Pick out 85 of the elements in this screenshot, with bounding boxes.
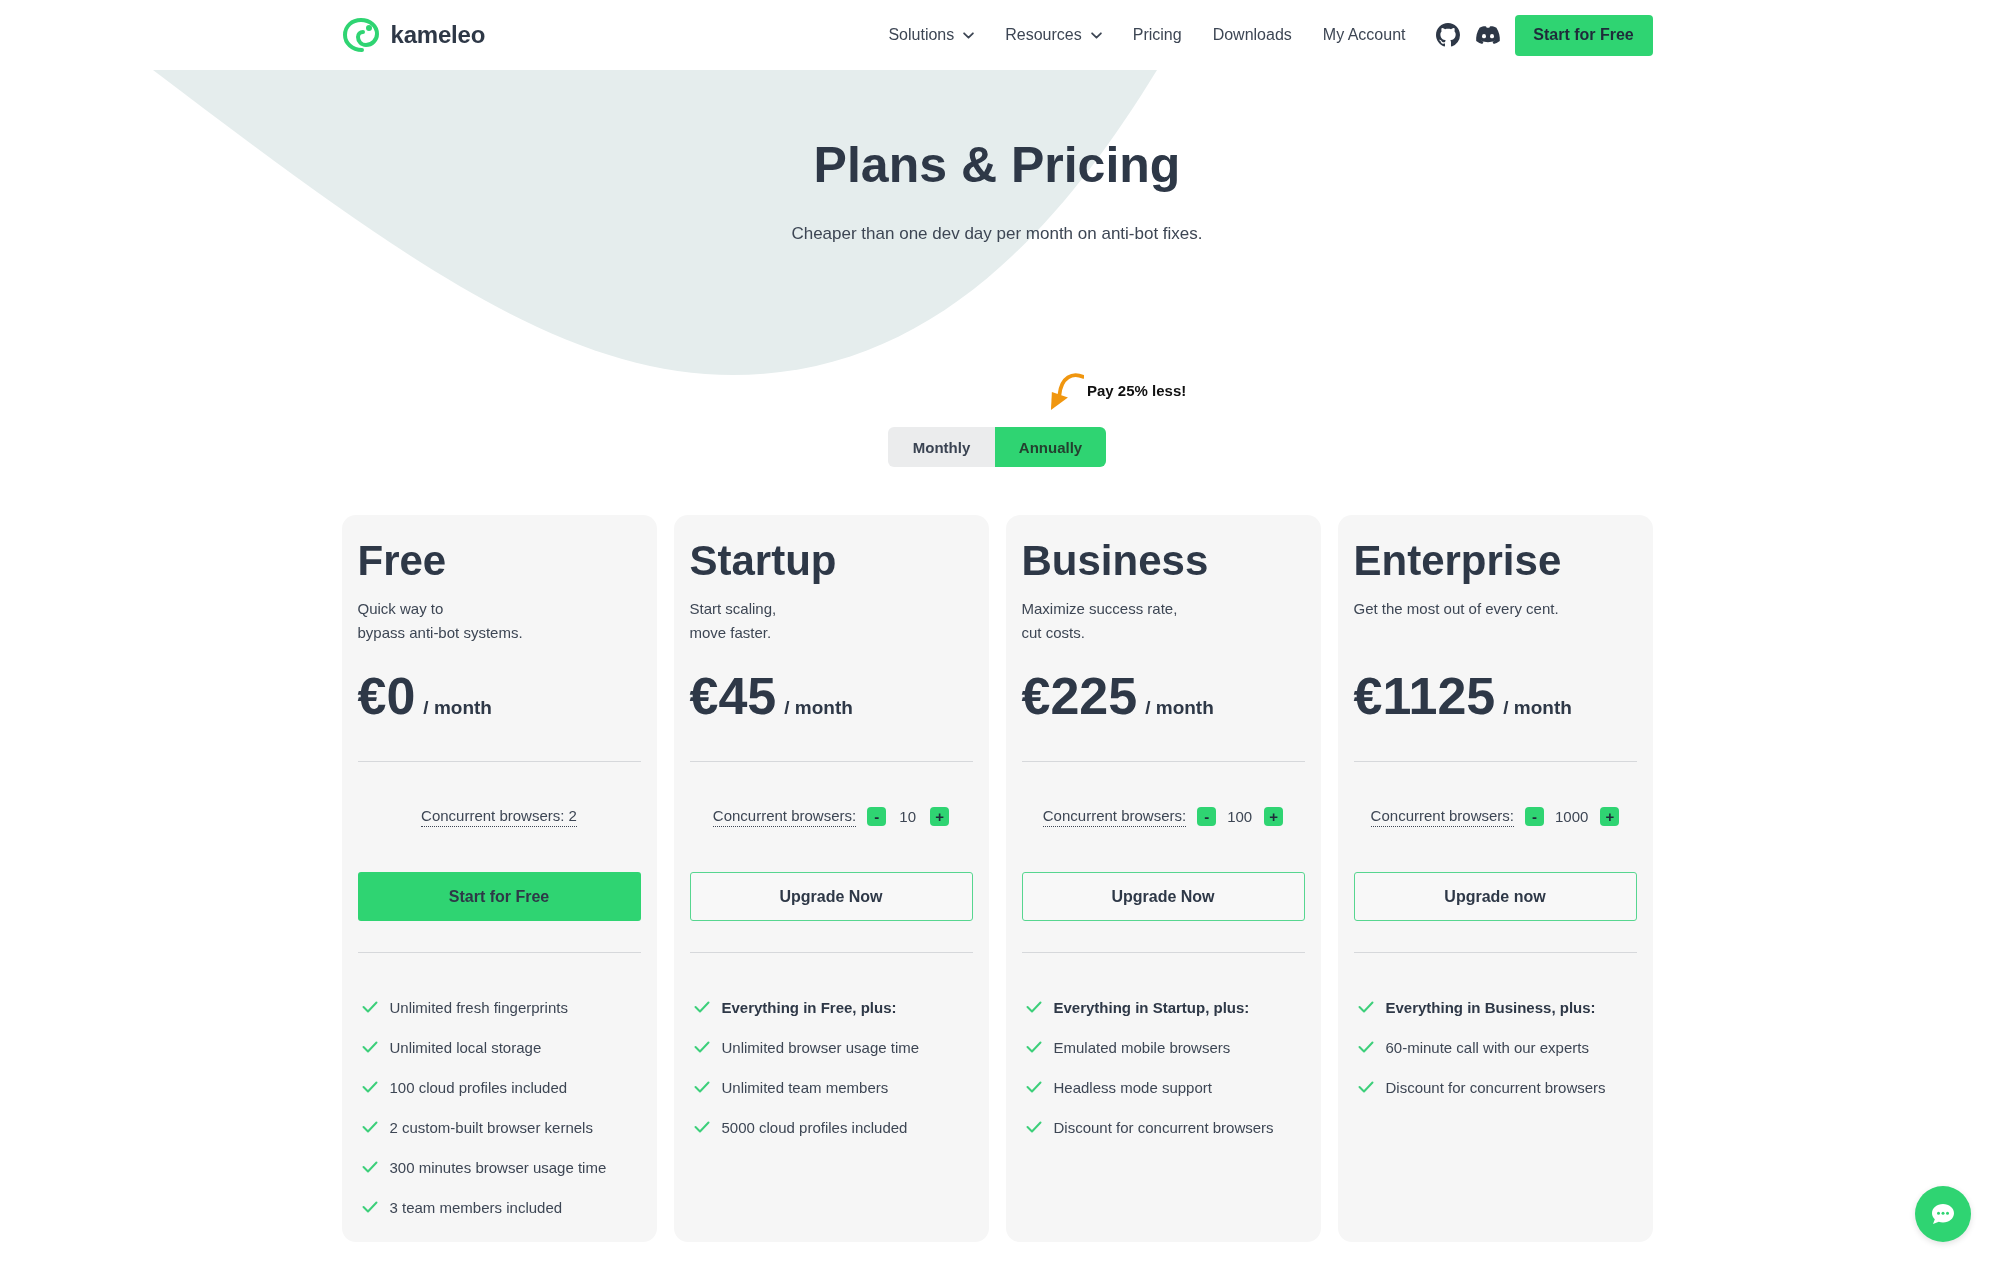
check-icon	[1025, 1121, 1042, 1133]
billing-tab[interactable]: Annually	[995, 427, 1106, 467]
price-period: / month	[1145, 697, 1214, 719]
plan-description: Get the most out of every cent.	[1353, 599, 1560, 619]
feature-text: Emulated mobile browsers	[1053, 1038, 1231, 1056]
plan-name: Startup	[689, 536, 838, 586]
decrement-button[interactable]: -	[867, 806, 887, 826]
plan-price: €45	[689, 667, 777, 725]
price-period: / month	[423, 697, 492, 719]
plan-price: €0	[357, 667, 416, 725]
nav-dropdown[interactable]: Resources	[1005, 26, 1102, 44]
feature-text: Unlimited fresh fingerprints	[389, 998, 568, 1016]
check-icon	[361, 1081, 378, 1093]
chat-bubble-icon	[1931, 1203, 1955, 1225]
check-icon	[693, 1001, 710, 1013]
plan-description: Maximize success rate, cut costs.	[1021, 599, 1179, 643]
page-title: Plans & Pricing	[813, 136, 1181, 195]
plan-button[interactable]: Start for Free	[357, 872, 641, 921]
plan-name: Business	[1021, 536, 1210, 586]
price-period: / month	[784, 697, 853, 719]
feature-text: Everything in Startup, plus:	[1053, 998, 1250, 1016]
feature-text: Discount for concurrent browsers	[1385, 1078, 1606, 1096]
browser-count: 1000	[1555, 807, 1589, 825]
plan-name: Free	[357, 536, 448, 586]
concurrent-browsers-label: Concurrent browsers: 2	[421, 805, 577, 827]
cat-icon[interactable]	[1435, 23, 1460, 47]
curved-arrow-icon	[1050, 371, 1084, 411]
feature-text: 60-minute call with our experts	[1385, 1038, 1589, 1056]
chevron-down-icon	[1090, 31, 1102, 39]
check-icon	[361, 1001, 378, 1013]
promo-text: Pay 25% less!	[1087, 382, 1187, 400]
start-for-free-button[interactable]: Start for Free	[1514, 14, 1653, 56]
increment-button[interactable]: +	[1600, 806, 1620, 826]
browser-count: 100	[1227, 807, 1253, 825]
plan-button[interactable]: Upgrade Now	[1021, 872, 1305, 921]
decrement-button[interactable]: -	[1525, 806, 1544, 826]
check-icon	[693, 1121, 710, 1133]
plan-description: Quick way to bypass anti-bot systems.	[357, 599, 524, 643]
check-icon	[1357, 1081, 1374, 1093]
nav-link[interactable]: Downloads	[1212, 26, 1292, 44]
increment-button[interactable]: +	[1264, 806, 1284, 826]
nav-link[interactable]: My Account	[1322, 26, 1406, 44]
nav-dropdown[interactable]: Solutions	[888, 26, 975, 44]
browser-count: 10	[898, 807, 918, 825]
feature-text: 2 custom-built browser kernels	[389, 1118, 593, 1136]
check-icon	[1357, 1041, 1374, 1053]
check-icon	[1357, 1001, 1374, 1013]
check-icon	[1025, 1001, 1042, 1013]
concurrent-browsers-label: Concurrent browsers:	[1042, 805, 1187, 827]
concurrent-browsers-label: Concurrent browsers:	[712, 805, 857, 827]
controller-icon[interactable]	[1474, 25, 1501, 45]
feature-text: Unlimited local storage	[389, 1038, 542, 1056]
check-icon	[361, 1201, 378, 1213]
chevron-down-icon	[963, 31, 975, 39]
decrement-button[interactable]: -	[1197, 806, 1217, 826]
check-icon	[693, 1081, 710, 1093]
plan-price: €1125	[1353, 667, 1496, 725]
plan-price: €225	[1021, 667, 1138, 725]
feature-text: 5000 cloud profiles included	[721, 1118, 908, 1136]
feature-text: Unlimited browser usage time	[721, 1038, 920, 1056]
increment-button[interactable]: +	[930, 806, 950, 826]
page-subtitle: Cheaper than one dev day per month on anti-bot fixes.	[791, 223, 1203, 245]
check-icon	[361, 1161, 378, 1173]
price-period: / month	[1503, 697, 1572, 719]
feature-text: 100 cloud profiles included	[389, 1078, 568, 1096]
concurrent-browsers-label: Concurrent browsers:	[1370, 805, 1514, 827]
feature-text: Headless mode support	[1053, 1078, 1212, 1096]
check-icon	[361, 1121, 378, 1133]
feature-text: 3 team members included	[389, 1198, 563, 1216]
billing-tab[interactable]: Monthly	[888, 427, 995, 467]
logo-text[interactable]: kameleo	[390, 21, 486, 49]
plan-button[interactable]: Upgrade Now	[689, 872, 973, 921]
check-icon	[361, 1041, 378, 1053]
plan-button[interactable]: Upgrade now	[1353, 872, 1637, 921]
plan-name: Enterprise	[1353, 536, 1563, 586]
feature-text: Everything in Business, plus:	[1385, 998, 1596, 1016]
check-icon	[1025, 1041, 1042, 1053]
check-icon	[1025, 1081, 1042, 1093]
feature-text: 300 minutes browser usage time	[389, 1158, 607, 1176]
nav-link[interactable]: Pricing	[1132, 26, 1182, 44]
plan-description: Start scaling, move faster.	[689, 599, 778, 643]
feature-text: Everything in Free, plus:	[721, 998, 897, 1016]
feature-text: Unlimited team members	[721, 1078, 889, 1096]
feature-text: Discount for concurrent browsers	[1053, 1118, 1274, 1136]
check-icon	[693, 1041, 710, 1053]
